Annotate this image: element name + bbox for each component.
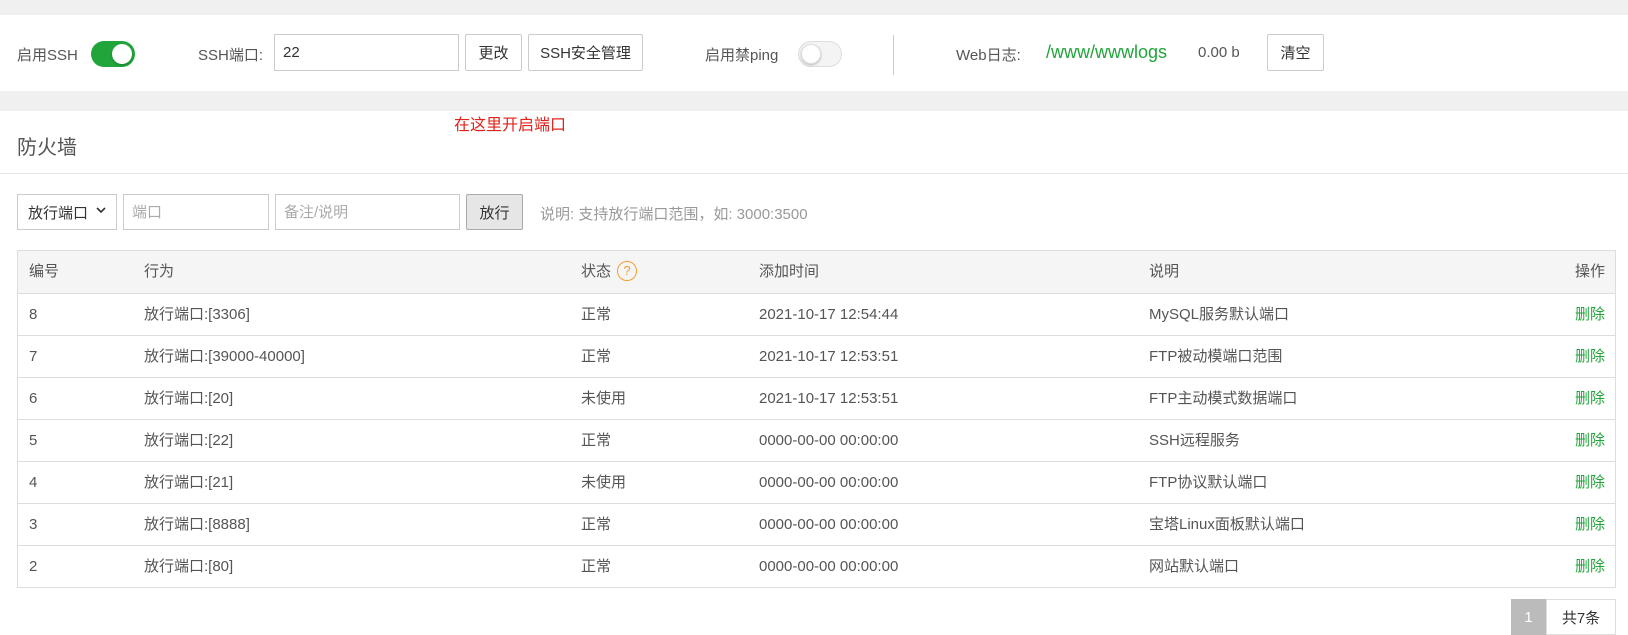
ssh-port-label: SSH端口: [198,47,264,64]
cell-time: 2021-10-17 12:53:51 [759,348,899,365]
cell-desc: FTP协议默认端口 [1149,474,1268,491]
pagination: 1 共7条 [1511,599,1616,635]
cell-action: 放行端口:[22] [144,432,234,449]
weblog-label: Web日志: [956,47,1021,64]
delete-link[interactable]: 删除 [1575,420,1605,462]
table-row: 6 放行端口:[20] 未使用 2021-10-17 12:53:51 FTP主动模式数… [18,377,1615,419]
table-row: 7 放行端口:[39000-40000] 正常 2021-10-17 12:53:51… [18,335,1615,377]
delete-link[interactable]: 删除 [1575,378,1605,420]
cell-desc: SSH远程服务 [1149,432,1240,449]
delete-link[interactable]: 删除 [1575,546,1605,588]
annotation-text: 在这里开启端口 [454,117,567,134]
title-divider [0,173,1628,174]
cell-time: 2021-10-17 12:53:51 [759,390,899,407]
header-id: 编号 [29,263,60,280]
top-band [0,0,1628,15]
toggle-knob [801,44,821,64]
port-input[interactable] [123,194,269,230]
table-row: 5 放行端口:[22] 正常 0000-00-00 00:00:00 SSH远程服务 删除 [18,419,1615,461]
cell-status: 未使用 [581,390,627,407]
cell-status: 正常 [581,432,612,449]
header-desc: 说明 [1149,263,1180,280]
cell-time: 0000-00-00 00:00:00 [759,474,899,491]
clear-logs-button[interactable]: 清空 [1267,34,1324,71]
cell-status: 未使用 [581,474,627,491]
cell-time: 0000-00-00 00:00:00 [759,432,899,449]
section-gap [0,91,1628,111]
cell-status: 正常 [581,348,612,365]
cell-id: 6 [29,390,38,407]
remark-input[interactable] [275,194,460,230]
cell-status: 正常 [581,516,612,533]
toggle-knob [112,44,132,64]
ssh-security-button[interactable]: SSH安全管理 [528,34,643,71]
delete-link[interactable]: 删除 [1575,462,1605,504]
table-row: 8 放行端口:[3306] 正常 2021-10-17 12:54:44 MySQL服务… [18,293,1615,335]
cell-id: 2 [29,558,38,575]
cell-id: 7 [29,348,38,365]
ssh-toolbar: 启用SSH SSH端口: 更改 SSH安全管理 启用禁ping Web日志: /… [0,15,1628,91]
cell-desc: FTP被动模端口范围 [1149,348,1283,365]
cell-desc: FTP主动模式数据端口 [1149,390,1298,407]
cell-time: 0000-00-00 00:00:00 [759,558,899,575]
cell-id: 3 [29,516,38,533]
cell-action: 放行端口:[21] [144,474,234,491]
chevron-down-icon [96,207,106,214]
ssh-port-input[interactable] [274,34,459,71]
cell-status: 正常 [581,306,612,323]
cell-action: 放行端口:[3306] [144,306,250,323]
delete-link[interactable]: 删除 [1575,336,1605,378]
rule-type-value: 放行端口 [28,204,89,222]
header-status-label: 状态 [581,263,612,280]
weblog-size: 0.00 b [1198,44,1240,61]
header-action: 行为 [144,263,175,280]
cell-action: 放行端口:[80] [144,558,234,575]
cell-id: 5 [29,432,38,449]
table-row: 3 放行端口:[8888] 正常 0000-00-00 00:00:00 宝塔Linux… [18,503,1615,545]
cell-desc: 网站默认端口 [1149,558,1240,575]
help-icon[interactable]: ? [617,260,638,281]
ssh-toggle[interactable] [91,41,135,67]
cell-id: 4 [29,474,38,491]
table-body: 8 放行端口:[3306] 正常 2021-10-17 12:54:44 MySQL服务… [18,293,1615,587]
cell-id: 8 [29,306,38,323]
cell-status: 正常 [581,558,612,575]
table-row: 4 放行端口:[21] 未使用 0000-00-00 00:00:00 FTP协议默认端… [18,461,1615,503]
firewall-table: 编号 行为 状态? 添加时间 说明 操作 8 放行端口:[3306] 正常 2021-… [17,250,1616,588]
cell-action: 放行端口:[8888] [144,516,250,533]
ping-label: 启用禁ping [705,47,779,64]
allow-port-button[interactable]: 放行 [466,194,523,230]
header-time: 添加时间 [759,263,820,280]
cell-time: 2021-10-17 12:54:44 [759,306,899,323]
divider [893,35,894,75]
page-total: 共7条 [1546,599,1616,635]
page-current[interactable]: 1 [1511,599,1546,635]
firewall-title: 防火墙 [17,137,77,159]
delete-link[interactable]: 删除 [1575,294,1605,336]
table-header: 编号 行为 状态? 添加时间 说明 操作 [18,251,1615,293]
ssh-enable-label: 启用SSH [17,47,78,64]
rule-type-select[interactable]: 放行端口 [17,194,117,230]
ping-toggle[interactable] [798,41,842,67]
change-port-button[interactable]: 更改 [465,34,522,71]
cell-action: 放行端口:[20] [144,390,234,407]
delete-link[interactable]: 删除 [1575,504,1605,546]
weblog-path-link[interactable]: /www/wwwlogs [1046,42,1167,63]
header-status: 状态? [581,251,638,293]
port-range-note: 说明: 支持放行端口范围，如: 3000:3500 [540,206,808,223]
cell-time: 0000-00-00 00:00:00 [759,516,899,533]
table-row: 2 放行端口:[80] 正常 0000-00-00 00:00:00 网站默认端口 删除 [18,545,1615,587]
cell-desc: MySQL服务默认端口 [1149,306,1290,323]
cell-action: 放行端口:[39000-40000] [144,348,305,365]
cell-desc: 宝塔Linux面板默认端口 [1149,516,1305,533]
header-op: 操作 [1574,263,1605,280]
